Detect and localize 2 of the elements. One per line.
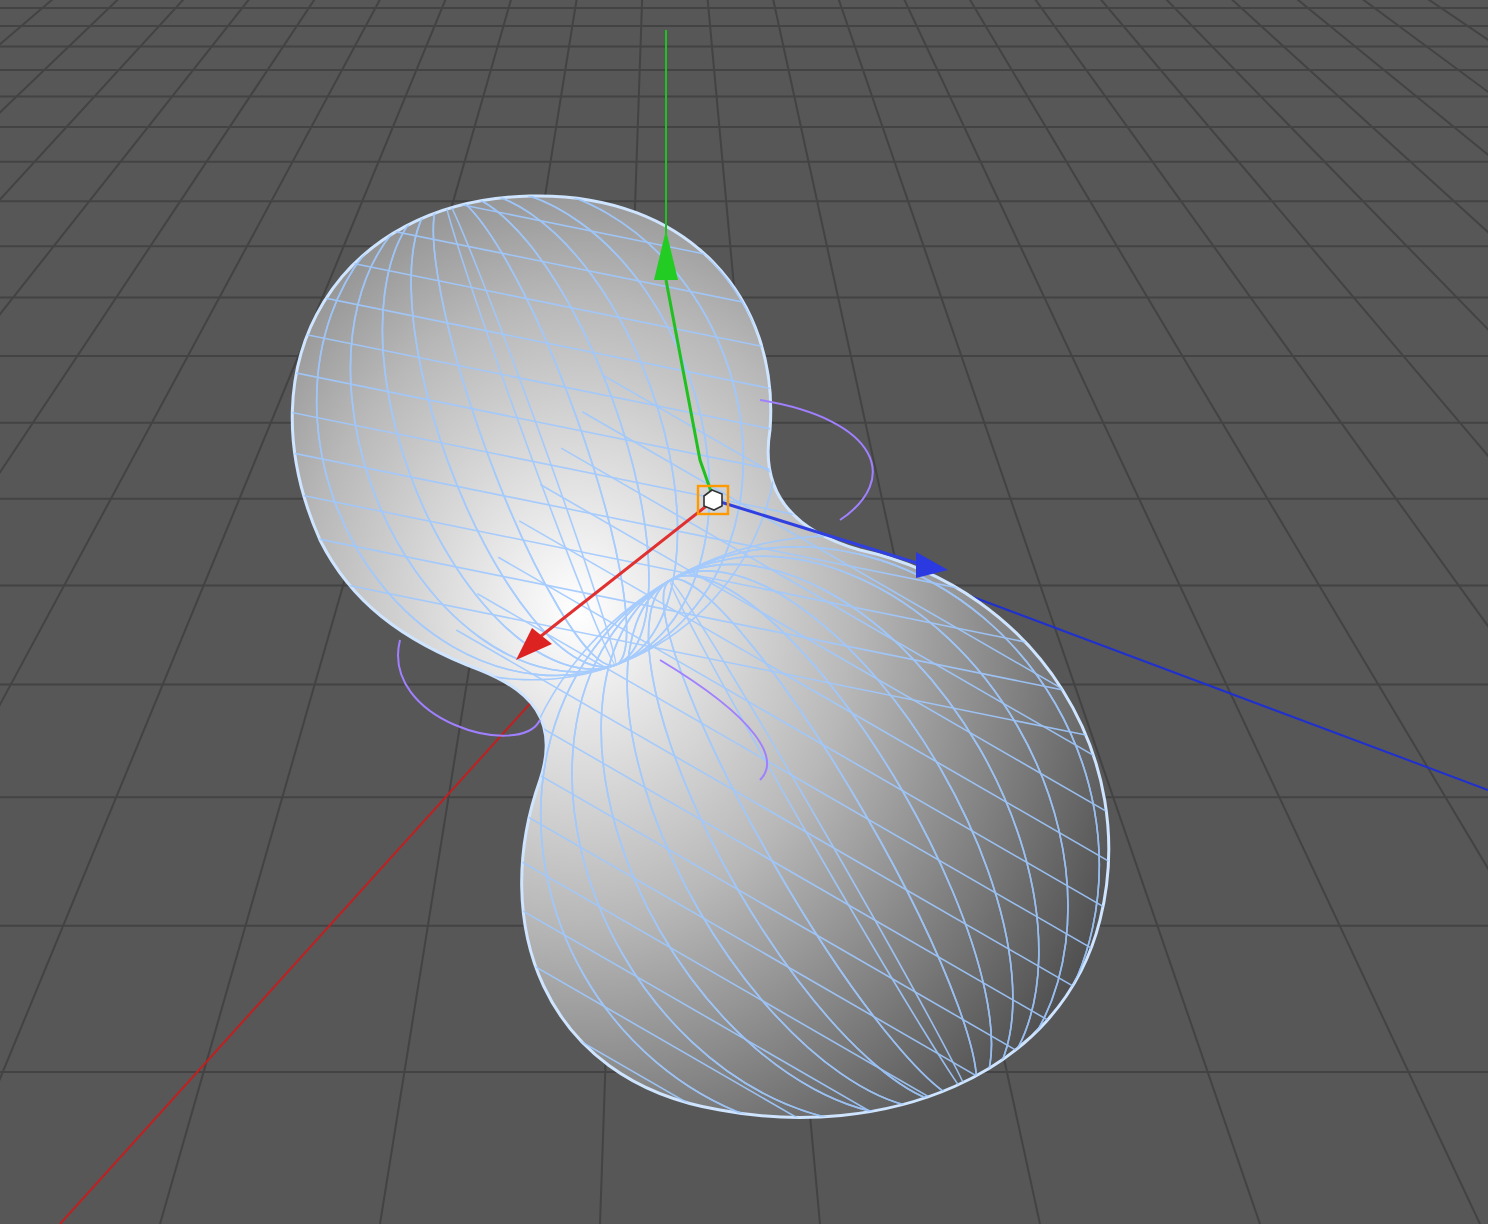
origin-cube-icon bbox=[696, 484, 730, 516]
axis-gizmo-drawing[interactable] bbox=[397, 29, 948, 781]
